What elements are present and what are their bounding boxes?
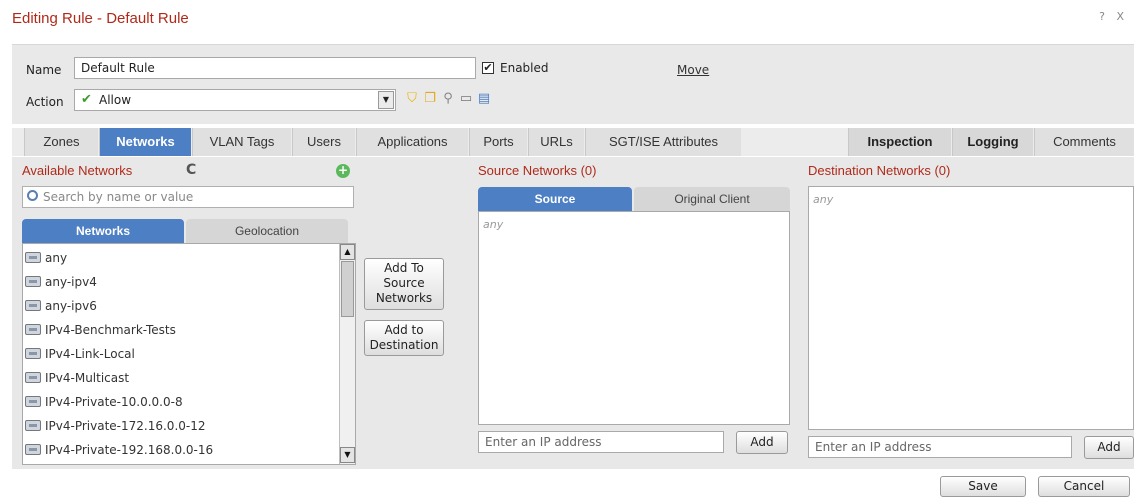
source-subtabs: Source Original Client — [478, 187, 790, 211]
list-item[interactable]: IPv4-Multicast — [23, 366, 323, 390]
network-name: IPv4-Multicast — [45, 371, 130, 385]
network-name: any-ipv4 — [45, 275, 97, 289]
network-icon — [25, 372, 41, 383]
source-networks-header: Source Networks (0) — [478, 163, 597, 178]
move-link[interactable]: Move — [677, 63, 709, 77]
network-name: any — [45, 251, 68, 265]
network-icon — [25, 444, 41, 455]
tab-logging[interactable]: Logging — [952, 128, 1033, 156]
save-button[interactable]: Save — [940, 476, 1026, 497]
search-icon — [27, 190, 38, 201]
subtab-source[interactable]: Source — [478, 187, 632, 211]
refresh-icon[interactable]: C — [186, 162, 196, 178]
chevron-down-icon[interactable]: ▼ — [378, 91, 394, 109]
network-name: IPv4-Private-192.168.0.0-16 — [45, 443, 214, 457]
destination-add-button[interactable]: Add — [1084, 436, 1134, 459]
list-item[interactable]: IPv4-Private-172.16.0.0-12 — [23, 414, 323, 438]
destination-empty-value: any — [813, 193, 834, 206]
list-item[interactable]: IPv4-Link-Local — [23, 342, 323, 366]
search-placeholder: Search by name or value — [43, 190, 194, 204]
available-subtabs: Networks Geolocation — [22, 219, 348, 243]
destination-ip-input[interactable]: Enter an IP address — [808, 436, 1072, 458]
network-icon — [25, 420, 41, 431]
source-networks-list[interactable]: any — [478, 211, 790, 425]
subtab-original-client[interactable]: Original Client — [634, 187, 790, 211]
tab-urls[interactable]: URLs — [528, 128, 584, 156]
cancel-button[interactable]: Cancel — [1038, 476, 1130, 497]
list-item[interactable]: IPv4-Private-192.168.0.0-16 — [23, 438, 323, 462]
subtab-networks[interactable]: Networks — [22, 219, 184, 243]
action-value: Allow — [99, 93, 132, 107]
source-ip-input[interactable]: Enter an IP address — [478, 431, 724, 453]
source-empty-value: any — [483, 218, 504, 231]
list-item[interactable]: IPv4-Benchmark-Tests — [23, 318, 323, 342]
tab-networks[interactable]: Networks — [99, 128, 191, 156]
tab-sgt-ise-attributes[interactable]: SGT/ISE Attributes — [585, 128, 741, 156]
scroll-down-icon[interactable]: ▼ — [340, 447, 355, 463]
copy-icon[interactable]: ❐ — [422, 91, 438, 107]
rule-name-input[interactable]: Default Rule — [74, 57, 476, 79]
help-icon[interactable]: ? X — [1099, 10, 1128, 23]
destination-networks-list[interactable]: any — [808, 186, 1134, 430]
action-select[interactable]: ✔ Allow ▼ — [74, 89, 396, 111]
scroll-thumb[interactable] — [341, 261, 354, 317]
scroll-up-icon[interactable]: ▲ — [340, 244, 355, 260]
add-to-destination-button[interactable]: Add to Destination — [364, 320, 444, 356]
enabled-label: Enabled — [500, 61, 549, 75]
available-networks-header: Available Networks — [22, 163, 133, 178]
network-search-input[interactable]: Search by name or value — [22, 186, 354, 208]
network-name: any-ipv6 — [45, 299, 97, 313]
list-item[interactable]: any-ipv6 — [23, 294, 323, 318]
network-icon — [25, 396, 41, 407]
network-name: IPv4-Private-10.0.0.0-8 — [45, 395, 183, 409]
tab-zones[interactable]: Zones — [24, 128, 98, 156]
source-add-button[interactable]: Add — [736, 431, 788, 454]
network-icon — [25, 252, 41, 263]
action-label: Action — [26, 95, 64, 109]
shield-icon[interactable]: ⛉ — [404, 91, 420, 107]
network-name: IPv4-Link-Local — [45, 347, 135, 361]
tab-ports[interactable]: Ports — [469, 128, 527, 156]
tab-users[interactable]: Users — [292, 128, 355, 156]
network-name: IPv4-Benchmark-Tests — [45, 323, 176, 337]
destination-networks-header: Destination Networks (0) — [808, 163, 951, 178]
tab-vlan-tags[interactable]: VLAN Tags — [192, 128, 291, 156]
subtab-geolocation[interactable]: Geolocation — [186, 219, 348, 243]
rule-settings-panel: Name Default Rule ✔ Enabled Move Action … — [12, 44, 1134, 124]
tab-inspection[interactable]: Inspection — [848, 128, 951, 156]
name-label: Name — [26, 63, 62, 77]
list-item[interactable]: IPv4-Private-10.0.0.0-8 — [23, 390, 323, 414]
enabled-checkbox[interactable]: ✔ — [482, 62, 494, 74]
network-icon — [25, 276, 41, 287]
available-networks-list: any any-ipv4 any-ipv6 IPv4-Benchmark-Tes… — [22, 243, 356, 465]
user-search-icon[interactable]: ⚲ — [440, 91, 456, 107]
rule-tabs: Zones Networks VLAN Tags Users Applicati… — [12, 128, 1134, 156]
add-network-icon[interactable]: + — [336, 164, 350, 178]
tab-applications[interactable]: Applications — [356, 128, 468, 156]
network-icon — [25, 324, 41, 335]
list-item[interactable]: any — [23, 246, 323, 270]
document-icon[interactable]: ▤ — [476, 91, 492, 107]
network-icon — [25, 300, 41, 311]
network-icon — [25, 348, 41, 359]
list-item[interactable]: any-ipv4 — [23, 270, 323, 294]
folder-icon[interactable]: ▭ — [458, 91, 474, 107]
tab-comments[interactable]: Comments — [1034, 128, 1134, 156]
dialog-title: Editing Rule - Default Rule — [12, 10, 189, 27]
network-name: IPv4-Private-172.16.0.0-12 — [45, 419, 206, 433]
add-to-source-button[interactable]: Add To Source Networks — [364, 258, 444, 310]
allow-check-icon: ✔ — [81, 92, 92, 107]
list-scrollbar[interactable]: ▲ ▼ — [339, 244, 355, 464]
